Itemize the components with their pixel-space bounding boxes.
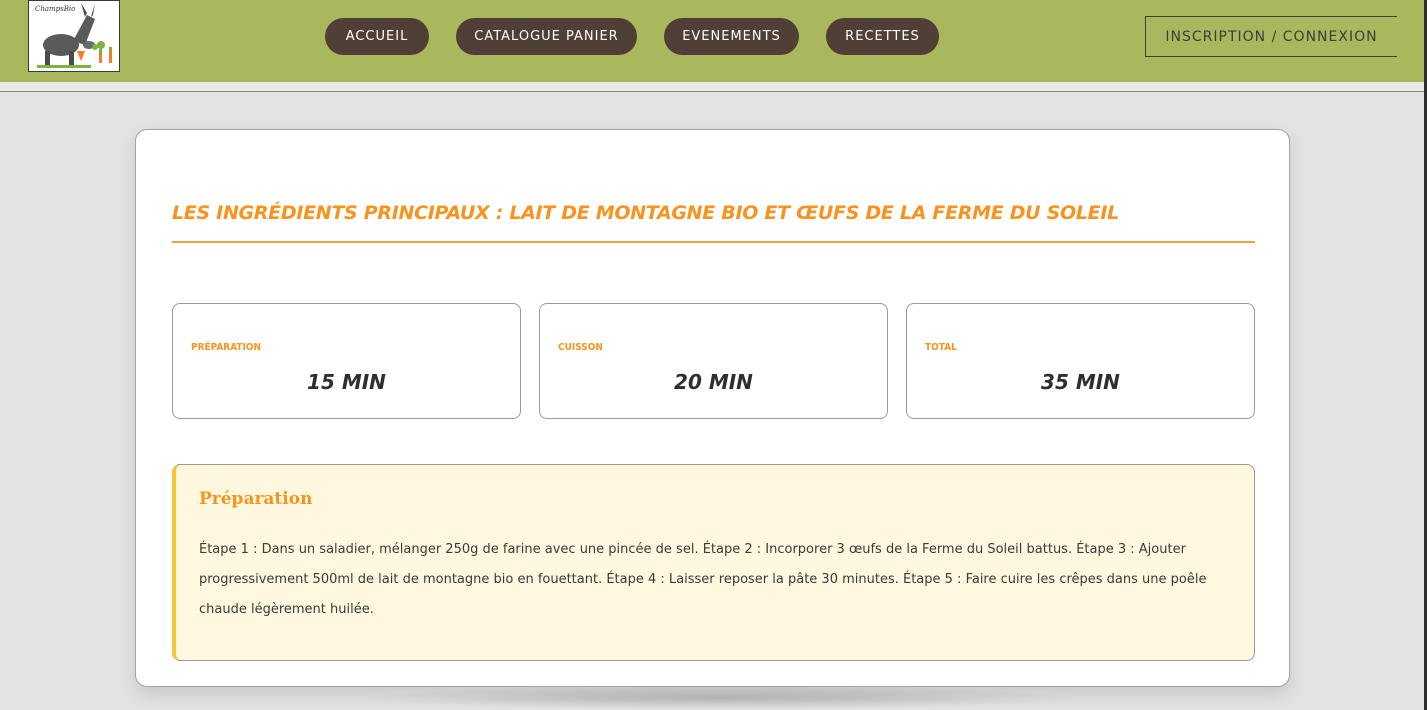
nav-accueil-button[interactable]: ACCUEIL	[325, 18, 429, 55]
time-value: 20 min	[674, 370, 753, 394]
preparation-heading: Préparation	[199, 489, 313, 509]
title-divider	[172, 241, 1255, 243]
time-box-total: Total 35 min	[906, 303, 1255, 419]
login-button[interactable]: INSCRIPTION / CONNEXION	[1145, 16, 1397, 57]
logo[interactable]: ChampsBio	[28, 0, 120, 72]
preparation-box: Préparation Étape 1 : Dans un saladier, …	[172, 464, 1255, 661]
nav-evenements-button[interactable]: EVENEMENTS	[664, 18, 799, 55]
nav-recettes-button[interactable]: RECETTES	[826, 18, 939, 55]
time-box-preparation: Préparation 15 min	[172, 303, 521, 419]
recipe-title: Les ingrédients principaux : Lait de mon…	[172, 202, 1119, 224]
card-shadow	[360, 685, 1080, 710]
preparation-text: Étape 1 : Dans un saladier, mélanger 250…	[199, 542, 1207, 617]
time-label: Total	[925, 342, 957, 353]
time-value: 15 min	[307, 370, 386, 394]
time-value: 35 min	[1041, 370, 1120, 394]
header-divider	[0, 82, 1427, 92]
nav-catalogue-panier-button[interactable]: CATALOGUE PANIER	[456, 18, 637, 55]
time-label: Préparation	[191, 342, 262, 353]
time-label: Cuisson	[558, 342, 603, 353]
time-box-cuisson: Cuisson 20 min	[539, 303, 888, 419]
recipe-card: Les ingrédients principaux : Lait de mon…	[135, 129, 1290, 687]
donkey-icon	[37, 3, 112, 68]
site-header: ChampsBio ACCUEIL CATALOGUE PANIER EVENE…	[0, 0, 1427, 82]
